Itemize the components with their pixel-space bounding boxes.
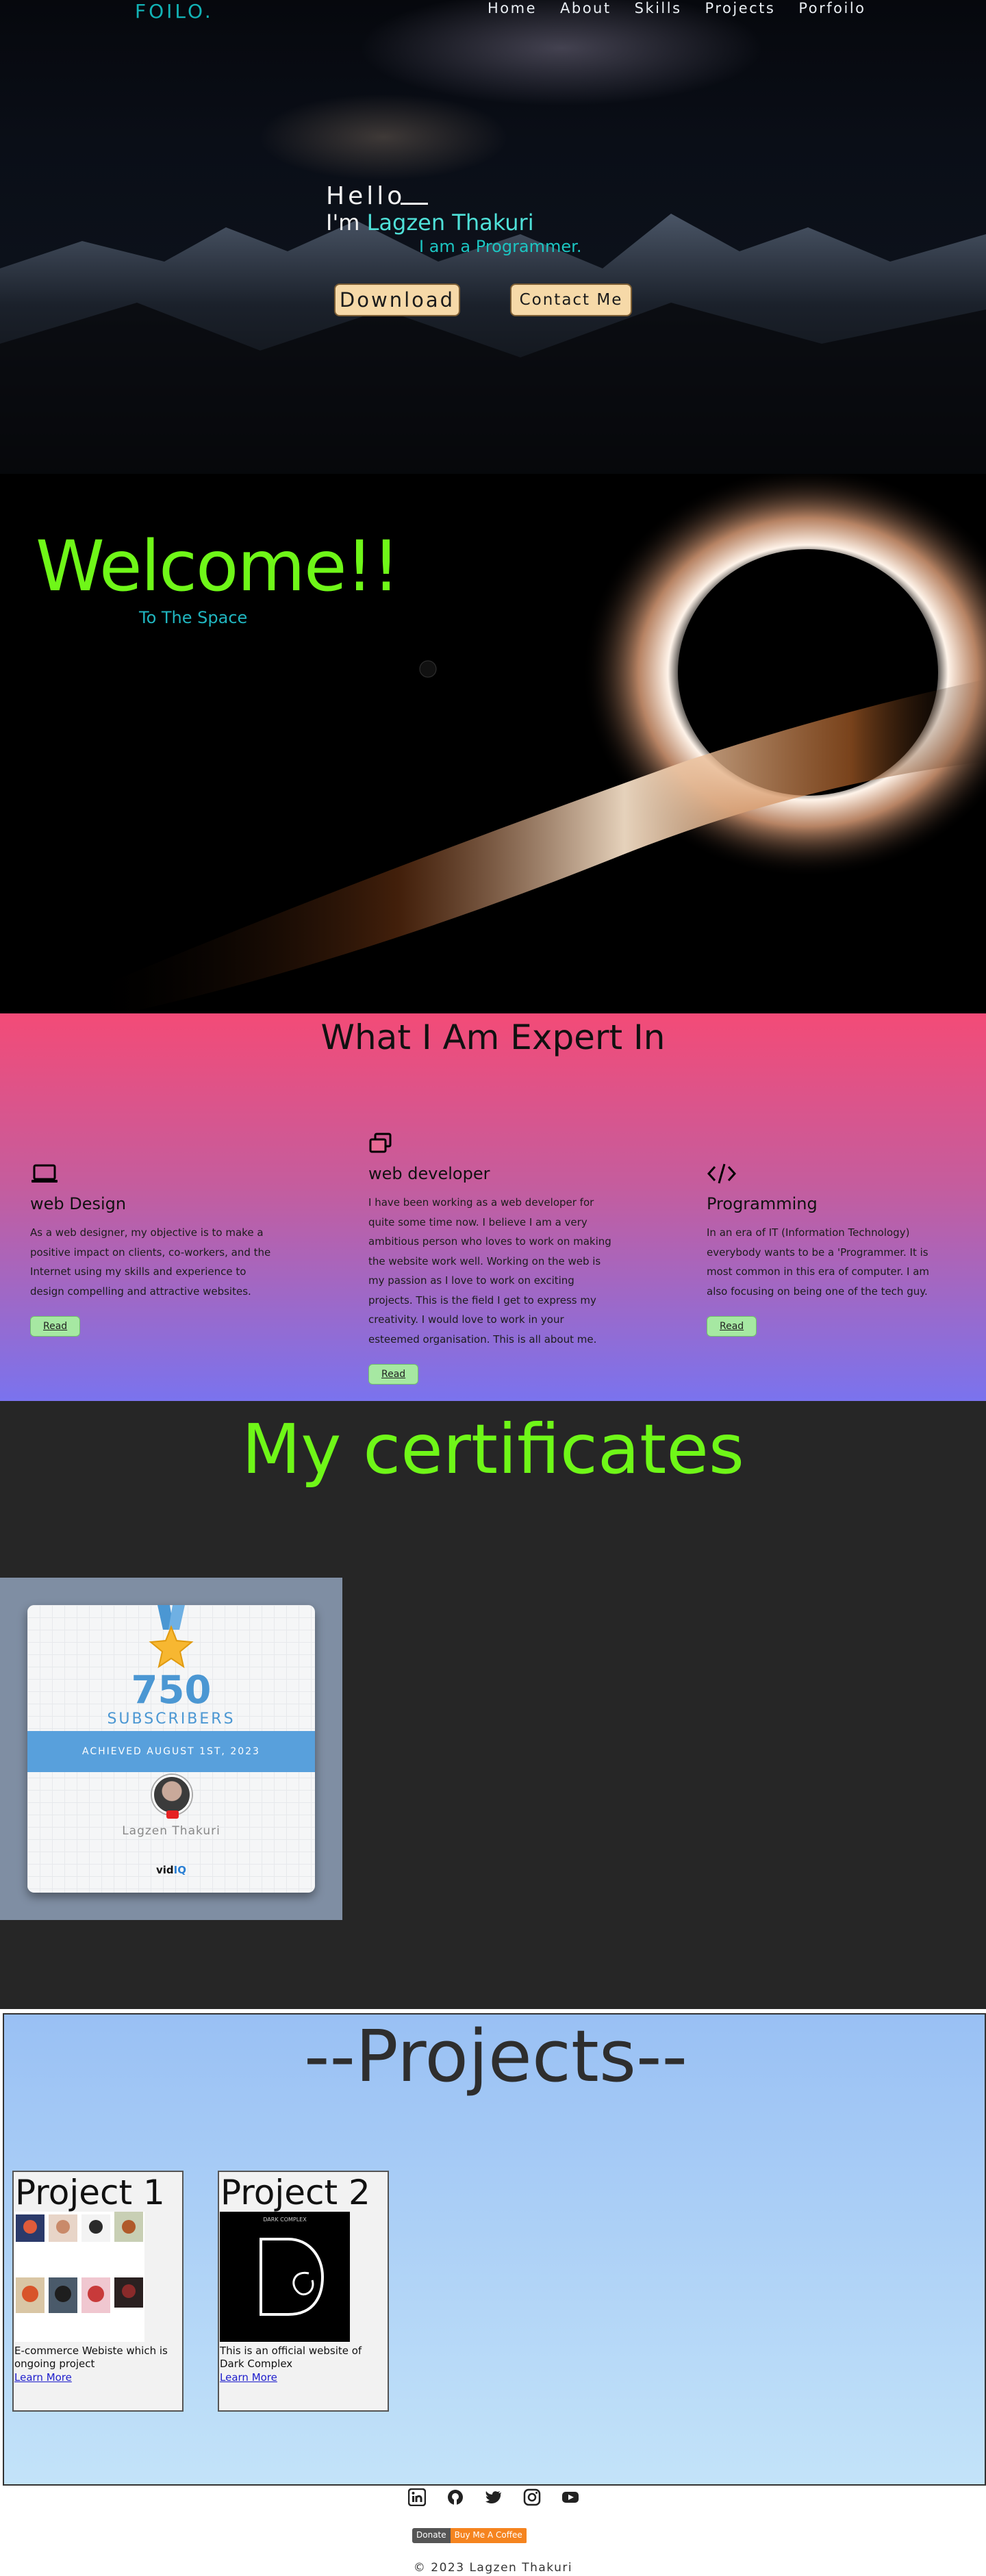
avatar bbox=[152, 1775, 192, 1815]
windows-icon bbox=[369, 1133, 392, 1153]
expertise-section: What I Am Expert In web Design As a web … bbox=[0, 1013, 986, 1401]
card-heading: web Design bbox=[30, 1194, 127, 1213]
certificates-title: My certificates bbox=[242, 1409, 744, 1489]
read-button[interactable]: Read bbox=[707, 1316, 757, 1337]
project-title: Project 1 bbox=[15, 2173, 165, 2212]
subscriber-count: 750 bbox=[131, 1668, 212, 1713]
youtube-icon[interactable] bbox=[561, 2488, 579, 2506]
vidiq-logo: vidIQ bbox=[27, 1864, 315, 1876]
expertise-title: What I Am Expert In bbox=[320, 1018, 666, 1057]
dark-complex-logo-text: DARK COMPLEX bbox=[263, 2217, 307, 2223]
typing-cursor bbox=[401, 203, 428, 205]
hero-hello: Hello bbox=[326, 182, 406, 210]
star-medal-icon bbox=[149, 1605, 194, 1669]
laptop-icon bbox=[31, 1164, 58, 1183]
achievement-ribbon: ACHIEVED AUGUST 1ST, 2023 bbox=[27, 1731, 315, 1772]
expertise-card-programming: Programming In an era of IT (Information… bbox=[707, 1161, 953, 1337]
buy-me-coffee-label: Buy Me A Coffee bbox=[450, 2528, 527, 2543]
copyright: © 2023 Lagzen Thakuri bbox=[413, 2561, 573, 2575]
github-icon[interactable] bbox=[446, 2488, 464, 2506]
card-text: In an era of IT (Information Technology)… bbox=[707, 1226, 930, 1298]
hero-role: I am a Programmer. bbox=[419, 237, 582, 256]
site-logo[interactable]: FOILO. bbox=[135, 0, 214, 23]
donate-badge[interactable]: Donate Buy Me A Coffee bbox=[412, 2528, 527, 2543]
project-description: E-commerce Webiste which is ongoing proj… bbox=[14, 2345, 168, 2370]
expertise-card-web-developer: web developer I have been working as a w… bbox=[368, 1131, 615, 1385]
certificate-name: Lagzen Thakuri bbox=[122, 1824, 220, 1838]
subscriber-label: SUBSCRIBERS bbox=[107, 1710, 236, 1728]
certificate-card: 750 SUBSCRIBERS ACHIEVED AUGUST 1ST, 202… bbox=[27, 1605, 315, 1893]
main-nav: Home About Skills Projects Porfoilo bbox=[488, 0, 866, 16]
projects-section: --Projects-- Project 1 E-commerce Webist… bbox=[3, 2013, 986, 2486]
projects-title: --Projects-- bbox=[303, 2015, 688, 2098]
linkedin-icon[interactable] bbox=[408, 2488, 426, 2506]
learn-more-link[interactable]: Learn More bbox=[219, 2371, 277, 2384]
project-card-1: Project 1 E-commerce Webiste which is on… bbox=[12, 2171, 184, 2412]
project-description: This is an official website of Dark Comp… bbox=[220, 2345, 362, 2370]
learn-more-link[interactable]: Learn More bbox=[14, 2371, 72, 2384]
certificate-image: 750 SUBSCRIBERS ACHIEVED AUGUST 1ST, 202… bbox=[0, 1578, 342, 1920]
donate-label: Donate bbox=[412, 2528, 451, 2543]
certificates-section: My certificates 750 SUBSCRIBERS ACHIEVED… bbox=[0, 1401, 986, 2009]
read-button[interactable]: Read bbox=[30, 1316, 81, 1337]
project-title: Project 2 bbox=[220, 2173, 370, 2212]
nav-home[interactable]: Home bbox=[488, 0, 537, 16]
welcome-title: Welcome!! bbox=[36, 526, 400, 607]
nav-about[interactable]: About bbox=[560, 0, 611, 16]
brand-part-a: vid bbox=[155, 1864, 174, 1876]
instagram-icon[interactable] bbox=[523, 2488, 541, 2506]
welcome-section: Welcome!! To The Space bbox=[0, 474, 986, 1013]
twitter-icon[interactable] bbox=[485, 2488, 503, 2506]
card-text: As a web designer, my objective is to ma… bbox=[30, 1226, 271, 1298]
hero-name: Lagzen Thakuri bbox=[366, 210, 534, 236]
youtube-badge-icon bbox=[166, 1810, 179, 1819]
intro-prefix: I'm bbox=[326, 210, 367, 236]
brand-part-b: IQ bbox=[173, 1864, 186, 1876]
read-button[interactable]: Read bbox=[368, 1364, 419, 1385]
welcome-subtitle: To The Space bbox=[139, 608, 248, 627]
card-heading: web developer bbox=[368, 1164, 490, 1183]
project-card-2: Project 2 DARK COMPLEX This is an offici… bbox=[218, 2171, 389, 2412]
card-text: I have been working as a web developer f… bbox=[368, 1196, 611, 1346]
download-button[interactable]: Download bbox=[334, 283, 460, 316]
project-2-thumbnail: DARK COMPLEX bbox=[220, 2212, 350, 2342]
expertise-card-web-design: web Design As a web designer, my objecti… bbox=[30, 1161, 277, 1337]
project-1-thumbnail bbox=[14, 2212, 144, 2342]
hero-intro: I'm Lagzen Thakuri bbox=[326, 210, 534, 236]
code-icon bbox=[707, 1163, 737, 1184]
nav-projects[interactable]: Projects bbox=[705, 0, 776, 16]
contact-me-button[interactable]: Contact Me bbox=[510, 283, 632, 316]
card-heading: Programming bbox=[707, 1194, 818, 1213]
hero-section: FOILO. Home About Skills Projects Porfoi… bbox=[0, 0, 986, 474]
nav-skills[interactable]: Skills bbox=[635, 0, 682, 16]
social-links bbox=[408, 2488, 579, 2506]
nav-portfolio[interactable]: Porfoilo bbox=[798, 0, 865, 16]
